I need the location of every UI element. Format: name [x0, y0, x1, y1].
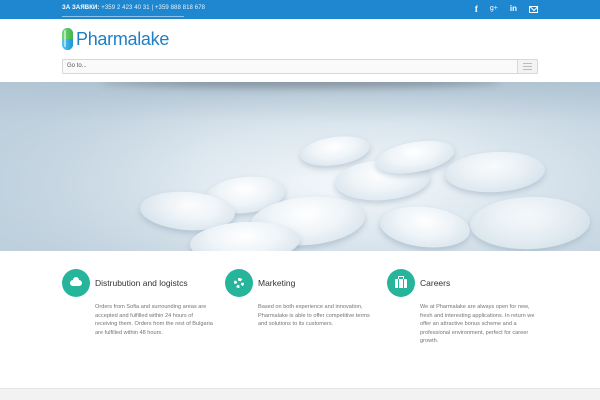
contact-underline	[62, 16, 184, 17]
logo-text: Pharmalake	[76, 28, 170, 49]
feature-body: Orders from Sofia and surrounding areas …	[95, 304, 213, 336]
briefcase-icon	[395, 276, 407, 288]
facebook-icon[interactable]: f	[475, 4, 478, 14]
features-section: Distrubution and logistcs Orders from So…	[0, 251, 600, 388]
feature-icon-circle	[62, 269, 90, 297]
pill-logo-icon	[62, 28, 73, 50]
next-section-strip	[0, 388, 600, 400]
google-plus-icon[interactable]: g+	[490, 4, 498, 14]
hamburger-icon	[523, 63, 532, 64]
social-links: f g+ in	[475, 4, 538, 14]
feature-icon-circle	[225, 269, 253, 297]
menu-toggle-button[interactable]	[517, 60, 537, 73]
feature-title: Marketing	[258, 278, 296, 288]
linkedin-icon[interactable]: in	[510, 4, 517, 14]
contact-numbers: +359 2 423 40 31 | +359 888 818 678	[101, 5, 206, 11]
cloud-icon	[70, 277, 82, 286]
feature-title: Distrubution and logistcs	[95, 278, 188, 288]
contact-info: ЗА ЗАЯВКИ: +359 2 423 40 31 | +359 888 8…	[62, 5, 205, 11]
feature-body: Based on both experience and innovation,…	[258, 304, 370, 327]
top-bar: ЗА ЗАЯВКИ: +359 2 423 40 31 | +359 888 8…	[0, 0, 600, 19]
feature-body: We at Pharmalake are always open for new…	[420, 304, 535, 344]
mail-icon[interactable]	[529, 5, 538, 13]
feature-title: Careers	[420, 278, 451, 288]
logo[interactable]: Pharmalake	[62, 28, 169, 50]
gear-icon	[234, 278, 244, 288]
feature-icon-circle	[387, 269, 415, 297]
nav-select-placeholder: Go to...	[67, 63, 87, 69]
hero-image	[0, 82, 600, 251]
contact-label: ЗА ЗАЯВКИ:	[62, 5, 100, 11]
nav-select[interactable]: Go to...	[62, 59, 538, 74]
site-header: Pharmalake Go to...	[0, 19, 600, 82]
